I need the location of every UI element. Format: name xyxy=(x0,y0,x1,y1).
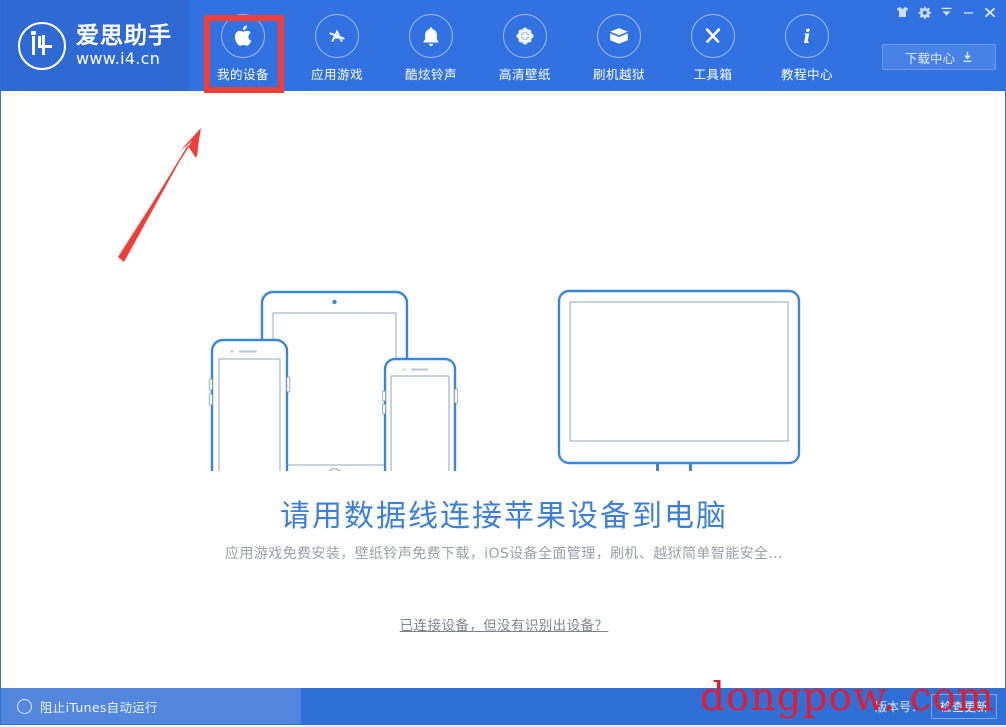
tab-wallpapers[interactable]: 高清壁纸 xyxy=(478,0,572,91)
minimize-icon[interactable] xyxy=(957,3,979,21)
skin-icon[interactable] xyxy=(891,3,913,21)
svg-text:i: i xyxy=(803,26,810,48)
tab-apps-games[interactable]: 应用游戏 xyxy=(290,0,384,91)
download-center-label: 下载中心 xyxy=(904,50,955,66)
help-link-wrap: 已连接设备，但没有识别出设备？ xyxy=(1,614,1005,634)
status-right-group: 版本号： 检查更新 xyxy=(874,688,997,724)
tab-ringtones[interactable]: 酷炫铃声 xyxy=(384,0,478,91)
tab-label: 工具箱 xyxy=(693,67,733,82)
apple-icon xyxy=(221,14,265,58)
download-arrow-icon xyxy=(962,51,973,63)
block-itunes-toggle[interactable]: 阻止iTunes自动运行 xyxy=(1,688,301,724)
tab-label: 教程中心 xyxy=(780,67,833,82)
app-header: 爱思助手 www.i4.cn 我的设备 应用游戏 酷炫铃声 高清壁纸 刷机越狱 … xyxy=(1,0,1005,91)
i4-logo-icon xyxy=(18,21,66,70)
brand-text: 爱思助手 www.i4.cn xyxy=(76,23,172,68)
close-icon[interactable] xyxy=(979,3,1001,21)
checkbox-icon[interactable] xyxy=(17,699,32,714)
window-controls xyxy=(891,2,1001,22)
box-icon xyxy=(597,14,641,58)
brand-logo[interactable]: 爱思助手 www.i4.cn xyxy=(1,0,189,91)
gear-icon[interactable] xyxy=(913,3,935,21)
tab-tutorials[interactable]: i 教程中心 xyxy=(760,0,854,91)
iphone-large-illustration xyxy=(208,338,291,497)
tab-my-device[interactable]: 我的设备 xyxy=(196,0,290,91)
page-title: 请用数据线连接苹果设备到电脑 xyxy=(280,499,728,534)
tab-label: 刷机越狱 xyxy=(592,67,645,82)
brand-url: www.i4.cn xyxy=(76,49,161,68)
monitor-illustration xyxy=(557,289,801,488)
main-nav: 我的设备 应用游戏 酷炫铃声 高清壁纸 刷机越狱 工具箱 i 教程中心 xyxy=(196,0,854,91)
app-window: 爱思助手 www.i4.cn 我的设备 应用游戏 酷炫铃声 高清壁纸 刷机越狱 … xyxy=(0,0,1006,725)
brand-name-cn: 爱思助手 xyxy=(76,23,172,49)
tab-label: 高清壁纸 xyxy=(498,67,551,82)
tab-toolbox[interactable]: 工具箱 xyxy=(666,0,760,91)
iphone-small-illustration xyxy=(381,357,459,497)
download-center-button[interactable]: 下载中心 xyxy=(882,44,996,70)
appstore-icon xyxy=(315,14,359,58)
info-icon: i xyxy=(785,14,829,58)
check-update-button[interactable]: 检查更新 xyxy=(930,694,997,719)
main-content: 请用数据线连接苹果设备到电脑 应用游戏免费安装，壁纸铃声免费下载，iOS设备全面… xyxy=(1,91,1005,688)
tab-label: 我的设备 xyxy=(216,67,269,82)
minimize-to-tray-icon[interactable] xyxy=(935,3,957,21)
bell-icon xyxy=(409,14,453,58)
tools-icon xyxy=(691,14,735,58)
page-subtitle: 应用游戏免费安装，壁纸铃声免费下载，iOS设备全面管理，刷机、越狱简单智能安全.… xyxy=(225,546,783,562)
version-label: 版本号： xyxy=(874,700,923,714)
flower-icon xyxy=(503,14,547,58)
tab-label: 酷炫铃声 xyxy=(404,67,457,82)
tab-flash-jailbreak[interactable]: 刷机越狱 xyxy=(572,0,666,91)
connect-illustration xyxy=(1,91,1005,552)
tab-label: 应用游戏 xyxy=(310,67,363,82)
device-not-recognized-link[interactable]: 已连接设备，但没有识别出设备？ xyxy=(400,618,609,634)
status-bar: 阻止iTunes自动运行 版本号： 检查更新 xyxy=(1,688,1005,724)
block-itunes-label: 阻止iTunes自动运行 xyxy=(40,700,158,715)
